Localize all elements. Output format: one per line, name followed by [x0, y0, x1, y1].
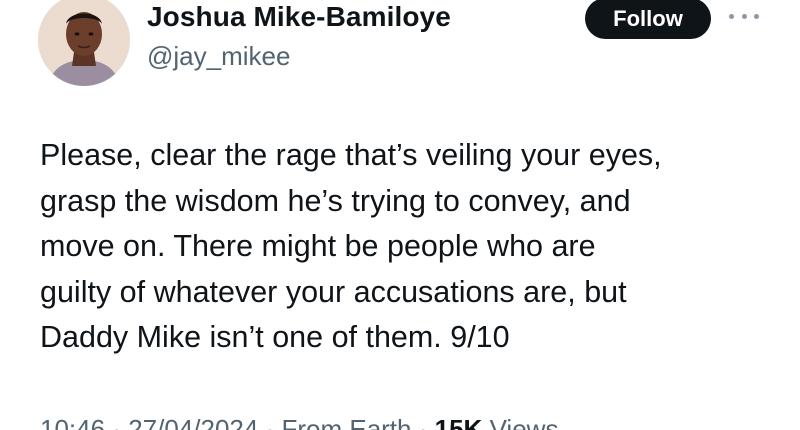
meta-separator: · [418, 414, 435, 430]
more-dot [754, 13, 759, 19]
meta-separator: · [112, 414, 129, 430]
tweet-text-line: move on. There might be people who are [40, 229, 596, 263]
more-dot [741, 13, 747, 19]
follow-button[interactable]: Follow [585, 0, 711, 39]
tweet-text-line: Daddy Mike isn’t one of them. 9/10 [40, 320, 510, 354]
tweet-text-line: guilty of whatever your accusations are,… [40, 274, 627, 309]
views-label: Views [489, 414, 559, 430]
tweet-text-line: grasp the wisdom he’s trying to convey, … [40, 183, 631, 218]
tweet-text-line: Please, clear the rage that’s veiling yo… [40, 138, 662, 172]
more-dot [729, 13, 734, 19]
more-horizontal-icon[interactable] [729, 4, 759, 28]
tweet-date[interactable]: 27/04/2024 [128, 414, 258, 430]
tweet-meta: 10:46 · 27/04/2024 · From Earth · 15K Vi… [40, 414, 558, 430]
tweet-text: Please, clear the rage that’s veiling yo… [40, 133, 780, 361]
avatar[interactable] [38, 0, 130, 86]
tweet-source: From Earth [281, 414, 412, 430]
tweet-time[interactable]: 10:46 [40, 414, 105, 430]
author-display-name[interactable]: Joshua Mike-Bamiloye [147, 1, 451, 33]
tweet-card: Joshua Mike-Bamiloye @jay_mikee Follow P… [0, 0, 800, 430]
profile-photo-icon [38, 0, 130, 86]
meta-separator: · [265, 414, 282, 430]
views-count: 15K [434, 414, 483, 430]
author-handle[interactable]: @jay_mikee [147, 41, 290, 72]
